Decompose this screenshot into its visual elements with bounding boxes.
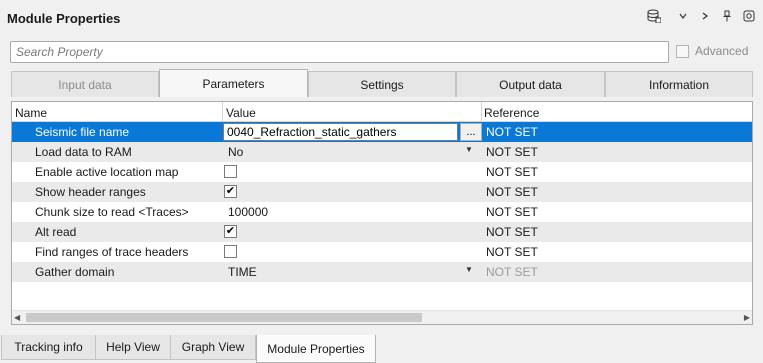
bottom-tab-bar: Tracking info Help View Graph View Modul…: [0, 335, 763, 363]
dropdown-arrow-icon[interactable]: ▼: [465, 265, 473, 274]
tab-information[interactable]: Information: [605, 71, 753, 97]
row-reference[interactable]: NOT SET: [486, 145, 538, 159]
table-row-load-data-to-ram[interactable]: Load data to RAM No ▼ NOT SET: [12, 142, 752, 162]
enable-location-map-checkbox[interactable]: [224, 165, 237, 178]
scrollbar-thumb[interactable]: [26, 313, 422, 322]
row-reference[interactable]: NOT SET: [486, 185, 538, 199]
row-name: Chunk size to read <Traces>: [35, 205, 189, 219]
browse-button[interactable]: ...: [460, 123, 482, 141]
row-name: Show header ranges: [35, 185, 146, 199]
database-icon[interactable]: [647, 9, 661, 23]
row-reference[interactable]: NOT SET: [486, 265, 538, 279]
row-name: Gather domain: [35, 265, 115, 279]
tab-graph-view[interactable]: Graph View: [170, 335, 256, 360]
table-row-show-header-ranges[interactable]: Show header ranges ✔ NOT SET: [12, 182, 752, 202]
table-row-chunk-size[interactable]: Chunk size to read <Traces> 100000 NOT S…: [12, 202, 752, 222]
advanced-checkbox[interactable]: [676, 44, 689, 58]
panel-titlebar: Module Properties: [0, 0, 763, 34]
tab-input-data[interactable]: Input data: [11, 71, 159, 97]
horizontal-scrollbar[interactable]: ◀ ▶: [12, 310, 752, 324]
scroll-left-icon[interactable]: ◀: [14, 313, 20, 322]
panel-title: Module Properties: [7, 11, 121, 26]
row-name: Find ranges of trace headers: [35, 245, 189, 259]
tab-parameters[interactable]: Parameters: [159, 69, 308, 97]
grid-header: Name Value Reference: [12, 102, 752, 122]
load-data-dropdown[interactable]: No: [228, 145, 243, 159]
row-reference[interactable]: NOT SET: [486, 225, 538, 239]
header-name[interactable]: Name: [15, 106, 47, 120]
table-row-alt-read[interactable]: Alt read ✔ NOT SET: [12, 222, 752, 242]
show-header-ranges-checkbox[interactable]: ✔: [224, 185, 237, 198]
header-value[interactable]: Value: [226, 106, 256, 120]
seismic-file-input[interactable]: 0040_Refraction_static_gathers: [223, 123, 458, 141]
advanced-toggle[interactable]: Advanced: [676, 44, 748, 58]
row-name: Seismic file name: [35, 125, 130, 139]
table-row-gather-domain[interactable]: Gather domain TIME ▼ NOT SET: [12, 262, 752, 282]
dropdown-arrow-icon[interactable]: ▼: [465, 145, 473, 154]
search-input[interactable]: Search Property: [10, 41, 669, 63]
settings-icon[interactable]: [742, 9, 756, 23]
table-row-enable-active-location-map[interactable]: Enable active location map NOT SET: [12, 162, 752, 182]
tab-settings[interactable]: Settings: [308, 71, 456, 97]
header-reference[interactable]: Reference: [484, 106, 539, 120]
row-reference[interactable]: NOT SET: [486, 205, 538, 219]
chevron-right-icon[interactable]: [698, 9, 712, 23]
row-reference[interactable]: NOT SET: [486, 245, 538, 259]
tab-bar: Input data Parameters Settings Output da…: [11, 69, 753, 97]
scroll-right-icon[interactable]: ▶: [744, 313, 750, 322]
property-grid: Name Value Reference Seismic file name 0…: [11, 101, 753, 325]
tab-tracking-info[interactable]: Tracking info: [1, 335, 96, 360]
gather-domain-dropdown[interactable]: TIME: [228, 265, 257, 279]
pin-icon[interactable]: [720, 9, 734, 23]
find-ranges-checkbox[interactable]: [224, 245, 237, 258]
row-name: Enable active location map: [35, 165, 179, 179]
row-name: Load data to RAM: [35, 145, 132, 159]
tab-module-properties[interactable]: Module Properties: [256, 335, 376, 363]
table-row-find-ranges[interactable]: Find ranges of trace headers NOT SET: [12, 242, 752, 262]
chevron-down-icon[interactable]: [676, 9, 690, 23]
alt-read-checkbox[interactable]: ✔: [224, 225, 237, 238]
tab-help-view[interactable]: Help View: [95, 335, 171, 360]
row-reference[interactable]: NOT SET: [486, 125, 538, 139]
advanced-label: Advanced: [695, 44, 749, 58]
row-reference[interactable]: NOT SET: [486, 165, 538, 179]
row-name: Alt read: [35, 225, 77, 239]
chunk-size-input[interactable]: 100000: [228, 205, 268, 219]
table-row-seismic-file-name[interactable]: Seismic file name 0040_Refraction_static…: [12, 122, 752, 142]
tab-output-data[interactable]: Output data: [456, 71, 605, 97]
